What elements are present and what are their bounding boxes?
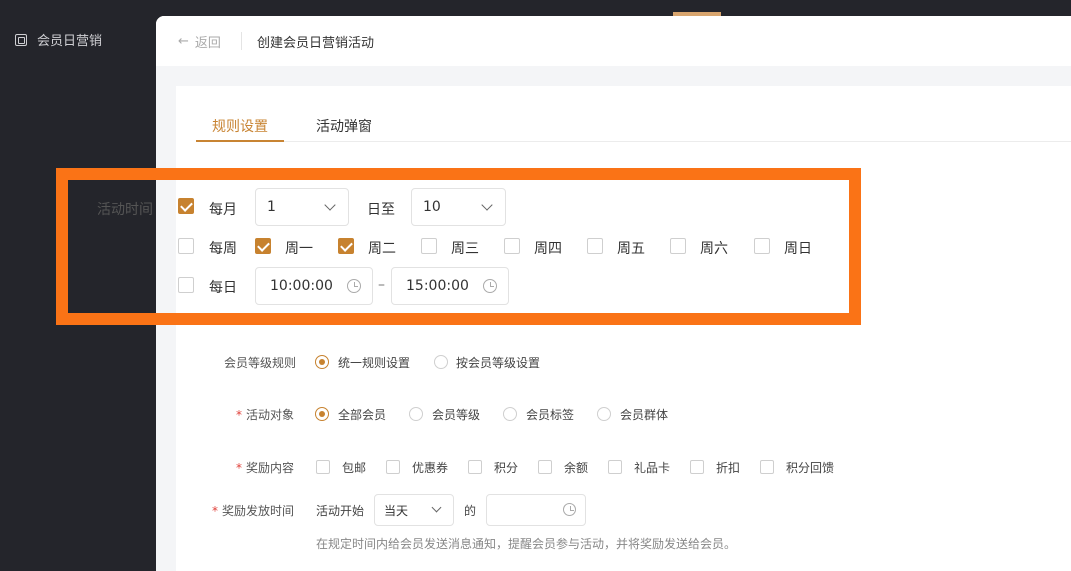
uniform-rule-label: 统一规则设置: [338, 356, 411, 370]
reward-content-label: * 奖励内容: [236, 459, 294, 476]
per-level-rule-label: 按会员等级设置: [456, 356, 541, 370]
back-label: 返回: [194, 36, 221, 51]
reward-coupon-label: 优惠券: [412, 461, 449, 475]
member-level-rule-label: 会员等级规则: [224, 356, 297, 370]
reward-discount-label: 折扣: [716, 461, 741, 475]
target-tag-radio[interactable]: [503, 407, 517, 421]
reward-time-label: * 奖励发放时间: [212, 502, 294, 519]
reward-balance-checkbox[interactable]: [538, 460, 552, 474]
required-mark: *: [236, 408, 242, 422]
reward-time-picker[interactable]: [486, 494, 586, 526]
reward-balance-label: 余额: [564, 461, 589, 475]
reward-points-rebate-checkbox[interactable]: [760, 460, 774, 474]
target-group-radio[interactable]: [597, 407, 611, 421]
target-group-label: 会员群体: [620, 408, 669, 422]
tab-popup[interactable]: 活动弹窗: [316, 116, 372, 136]
reward-gift-card-label: 礼品卡: [634, 461, 671, 475]
reward-day-value: 当天: [384, 504, 409, 518]
per-level-rule-radio[interactable]: [434, 355, 448, 369]
clock-icon: [563, 503, 576, 516]
reward-free-shipping-label: 包邮: [342, 461, 367, 475]
tab-active-indicator: [196, 140, 284, 142]
reward-points-checkbox[interactable]: [468, 460, 482, 474]
target-level-radio[interactable]: [409, 407, 423, 421]
header-divider: [241, 32, 242, 50]
target-label: * 活动对象: [236, 406, 294, 423]
reward-content-label-text: 奖励内容: [246, 461, 295, 475]
reward-gift-card-checkbox[interactable]: [608, 460, 622, 474]
target-level-label: 会员等级: [432, 408, 481, 422]
reward-points-label: 积分: [494, 461, 519, 475]
uniform-rule-radio[interactable]: [315, 355, 329, 369]
required-mark: *: [212, 504, 218, 518]
sidebar-item-member-day[interactable]: 会员日营销: [15, 30, 102, 49]
form-card: 规则设置 活动弹窗: [176, 86, 1071, 571]
target-all-radio[interactable]: [315, 407, 329, 421]
sidebar-item-label: 会员日营销: [37, 34, 103, 49]
reward-time-prefix: 活动开始: [316, 504, 365, 518]
copy-icon: [15, 33, 27, 46]
page-title: 创建会员日营销活动: [257, 36, 375, 51]
target-label-text: 活动对象: [246, 408, 295, 422]
reward-time-label-text: 奖励发放时间: [222, 504, 295, 518]
reward-free-shipping-checkbox[interactable]: [316, 460, 330, 474]
reward-coupon-checkbox[interactable]: [386, 460, 400, 474]
reward-time-suffix: 的: [464, 504, 477, 518]
reward-time-hint: 在规定时间内给会员发送消息通知，提醒会员参与活动，并将奖励发送给会员。: [316, 537, 737, 551]
tab-bar: 规则设置 活动弹窗: [196, 86, 1071, 142]
reward-discount-checkbox[interactable]: [690, 460, 704, 474]
reward-day-select[interactable]: 当天: [374, 494, 454, 526]
required-mark: *: [236, 461, 242, 475]
highlight-frame: [56, 168, 861, 325]
arrow-left-icon: ←: [178, 34, 189, 49]
target-all-label: 全部会员: [338, 408, 387, 422]
chevron-down-icon: [431, 502, 442, 513]
reward-points-rebate-label: 积分回馈: [786, 461, 835, 475]
target-tag-label: 会员标签: [526, 408, 575, 422]
page-header: ← 返回 创建会员日营销活动: [156, 16, 1071, 66]
tab-rules[interactable]: 规则设置: [212, 116, 268, 136]
back-button[interactable]: ← 返回: [178, 32, 221, 51]
